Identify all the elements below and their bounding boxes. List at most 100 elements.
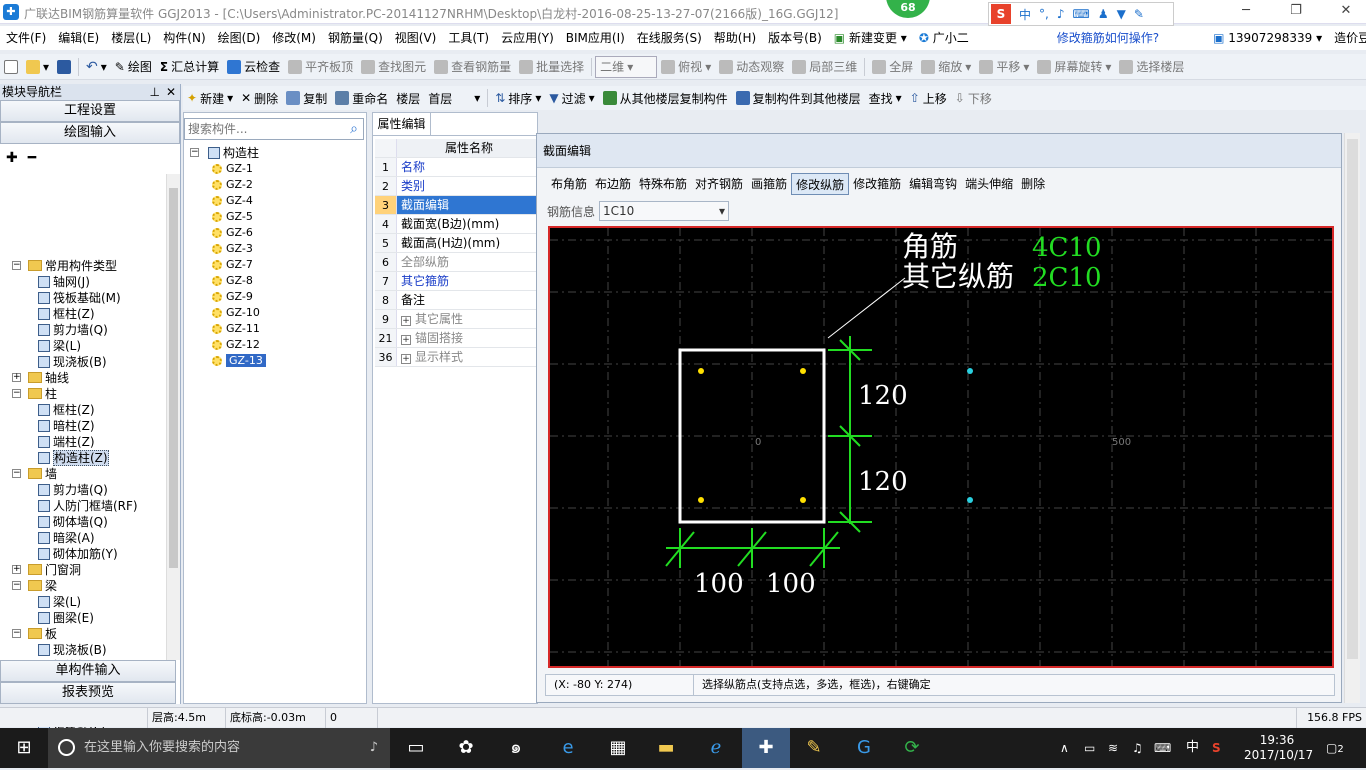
local-3d-button[interactable]: 局部三维 [788,56,861,78]
single-component-input-button[interactable]: 单构件输入 [0,660,176,682]
tree-folder[interactable]: − 梁 [0,578,176,594]
mic-icon[interactable]: ♪ [1057,7,1065,21]
taskbar-search[interactable]: 在这里输入你要搜索的内容 ♪ [48,728,390,768]
menu-bim[interactable]: BIM应用(I) [560,26,631,50]
collapse-toggle-icon[interactable]: − [12,469,21,478]
tree-item[interactable]: 剪力墙(Q) [0,322,176,338]
expand-toggle-icon[interactable]: + [401,335,411,345]
section-tool-button[interactable]: 端头伸缩 [961,173,1017,195]
skin-icon[interactable]: ♟ [1098,7,1109,21]
menu-view[interactable]: 视图(V) [389,26,443,50]
menu-help[interactable]: 帮助(H) [708,26,762,50]
component-search[interactable]: ⌕ [184,118,364,140]
menu-draw[interactable]: 绘图(D) [212,26,267,50]
component-item[interactable]: GZ-3 [188,241,266,257]
ime-mode[interactable]: 中 [1019,6,1031,23]
glodon-app-icon[interactable]: ✚ [742,728,790,768]
close-icon[interactable]: ✕ [1338,4,1354,18]
section-tool-button[interactable]: 修改纵筋 [791,173,850,195]
open-file-button[interactable]: ▾ [22,56,53,78]
tree-item[interactable]: 梁(L) [0,594,176,610]
expand-toggle-icon[interactable]: + [12,565,21,574]
delete-button[interactable]: ✕ 删除 [237,87,282,109]
nav-scrollbar[interactable] [166,174,180,660]
pin-icon[interactable]: ⊥ [150,84,160,100]
notification-center-icon[interactable]: ▢2 [1326,728,1344,768]
menu-modify[interactable]: 修改(M) [266,26,322,50]
property-row[interactable]: 8 备注 [375,291,537,310]
copy-from-floor-button[interactable]: 从其他楼层复制构件 [599,87,732,109]
clock[interactable]: 19:36 2017/10/17 [1244,728,1313,768]
section-tool-button[interactable]: 画箍筋 [747,173,791,195]
section-canvas[interactable]: 0 500 角筋 4C10 其它纵筋 2C10 120 120 100 100 [548,226,1334,668]
tree-folder[interactable]: − 柱 [0,386,176,402]
draw-button[interactable]: ✎ 绘图 [111,56,156,78]
minimize-icon[interactable]: ─ [1238,4,1254,18]
tab-property-edit[interactable]: 属性编辑 [373,113,431,135]
tree-item[interactable]: 暗梁(A) [0,530,176,546]
floor-select[interactable]: 首层 ▾ [424,87,484,109]
keyboard-icon[interactable]: ⌨ [1073,7,1090,21]
component-item[interactable]: GZ-9 [188,289,266,305]
tree-item[interactable]: 暗柱(Z) [0,418,176,434]
component-item[interactable]: GZ-5 [188,209,266,225]
undo-button[interactable]: ↶ ▾ [82,56,111,78]
g-app-icon[interactable]: G [840,728,888,768]
drawing-input-button[interactable]: 绘图输入 [0,122,180,144]
rename-button[interactable]: 重命名 [331,87,392,109]
windows-start-icon[interactable]: ⊞ [0,728,48,768]
pan-button[interactable]: 平移 ▾ [975,56,1033,78]
summary-calc-button[interactable]: Σ 汇总计算 [156,56,223,78]
keyboard-tray-icon[interactable]: ⌨ [1154,728,1171,768]
section-tool-button[interactable]: 特殊布筋 [635,173,691,195]
user-account[interactable]: ▣ 13907298339 ▾ [1207,26,1328,50]
new-file-button[interactable] [0,56,22,78]
tree-item[interactable]: 剪力墙(Q) [0,482,176,498]
component-item[interactable]: GZ-10 [188,305,266,321]
rotate-screen-button[interactable]: 屏幕旋转 ▾ [1033,56,1115,78]
tree-item[interactable]: 梁(L) [0,338,176,354]
panel-close-icon[interactable]: ✕ [166,84,176,100]
property-row[interactable]: 6 全部纵筋 [375,253,537,272]
section-tool-button[interactable]: 编辑弯钩 [905,173,961,195]
tree-item[interactable]: 圈梁(E) [0,610,176,626]
view-rebar-qty-button[interactable]: 查看钢筋量 [430,56,515,78]
report-preview-button[interactable]: 报表预览 [0,682,176,704]
main-scroll-thumb[interactable] [1347,139,1358,659]
refresh-app-icon[interactable]: ⟳ [888,728,936,768]
ime-toolbar[interactable]: S 中 °, ♪ ⌨ ♟ ▼ ✎ [988,2,1174,26]
component-root[interactable]: − 构造柱 [188,145,266,161]
component-item[interactable]: GZ-1 [188,161,266,177]
view-2d-select[interactable]: 二维 ▾ [595,55,658,78]
section-tool-button[interactable]: 布边筋 [591,173,635,195]
tree-item[interactable]: 构造柱(Z) [0,450,176,466]
flush-slab-button[interactable]: 平齐板顶 [284,56,357,78]
find-element-button[interactable]: 查找图元 [357,56,430,78]
ime-indicator[interactable]: 中 [1186,728,1199,768]
collapse-toggle-icon[interactable]: − [12,581,21,590]
tree-item[interactable]: 框柱(Z) [0,306,176,322]
expand-toggle-icon[interactable]: + [12,373,21,382]
tree-item[interactable]: 现浇板(B) [0,642,176,658]
property-row[interactable]: 3 截面编辑 [375,196,537,215]
save-button[interactable] [53,56,75,78]
find-button[interactable]: 查找 ▾ [865,87,906,109]
cloud-check-button[interactable]: 云检查 [223,56,284,78]
property-row[interactable]: 4 截面宽(B边)(mm) [375,215,537,234]
collapse-all-icon[interactable]: ━ [28,150,36,166]
component-item[interactable]: GZ-12 [188,337,266,353]
menu-assistant[interactable]: ✪ 广小二 [913,26,975,50]
move-up-button[interactable]: ⇧ 上移 [906,87,951,109]
property-row[interactable]: 36 + 显示样式 [375,348,537,367]
tree-item[interactable]: 砌体加筋(Y) [0,546,176,562]
spiral-app-icon[interactable]: ๑ [492,728,540,768]
fullscreen-button[interactable]: 全屏 [868,56,917,78]
help-link[interactable]: 修改箍筋如何操作? [1051,26,1165,50]
top-view-button[interactable]: 俯视 ▾ [657,56,715,78]
property-row[interactable]: 9 + 其它属性 [375,310,537,329]
expand-toggle-icon[interactable]: + [401,354,411,364]
collapse-toggle-icon[interactable]: − [12,389,21,398]
property-row[interactable]: 5 截面高(H边)(mm) [375,234,537,253]
tree-folder[interactable]: − 墙 [0,466,176,482]
filter-button[interactable]: ▼ 过滤 ▾ [545,87,598,109]
